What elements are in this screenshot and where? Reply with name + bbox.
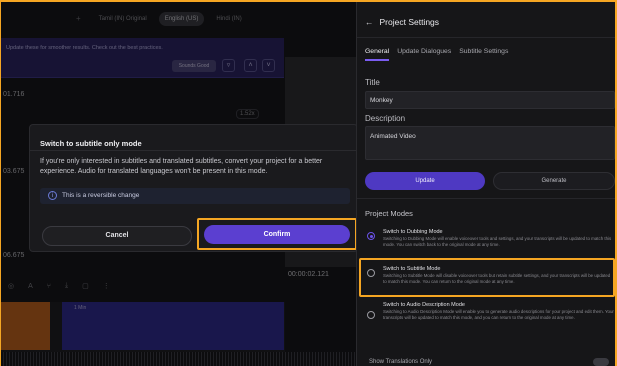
settings-tabs: General Update Dialogues Subtitle Settin… (365, 48, 508, 61)
back-arrow-icon[interactable]: ← (365, 17, 374, 27)
title-label: Title (365, 78, 380, 87)
radio-selected[interactable] (367, 232, 375, 240)
description-label: Description (365, 114, 406, 123)
generate-button[interactable]: Generate (493, 172, 615, 190)
title-input[interactable]: Monkey (365, 91, 615, 109)
divider (357, 37, 617, 38)
divider (357, 198, 617, 199)
panel-title: Project Settings (379, 17, 440, 27)
dialog-body: If you're only interested in subtitles a… (40, 158, 323, 175)
subtitle-mode-dialog: Switch to subtitle only mode If you're o… (29, 124, 358, 252)
project-settings-panel: ← Project Settings General Update Dialogu… (356, 0, 617, 366)
panel-header: ← Project Settings (365, 17, 439, 27)
info-icon: i (48, 191, 57, 200)
update-button[interactable]: Update (365, 172, 485, 190)
mode-title: Switch to Dubbing Mode (383, 229, 443, 235)
show-translations-label: Show Translations Only (369, 359, 433, 365)
project-modes-heading: Project Modes (365, 209, 413, 218)
mode-description: Switching to Audio Description Mode will… (383, 309, 614, 320)
tab-general[interactable]: General (365, 48, 390, 61)
reversible-notice: i This is a reversible change (40, 188, 350, 204)
notice-text: This is a reversible change (62, 192, 140, 199)
mode-title: Switch to Audio Description Mode (383, 302, 465, 308)
tab-update-dialogues[interactable]: Update Dialogues (397, 48, 451, 61)
divider (30, 150, 357, 151)
dialog-title: Switch to subtitle only mode (40, 139, 142, 148)
cancel-button[interactable]: Cancel (42, 226, 192, 246)
mode-description: Switching to Dubbing Mode will enable vo… (383, 236, 612, 247)
tab-subtitle-settings[interactable]: Subtitle Settings (459, 48, 508, 61)
confirm-highlight: Confirm (197, 218, 357, 250)
mode-description: Switching to Subtitle Mode will disable … (383, 273, 611, 284)
show-translations-toggle[interactable] (593, 358, 609, 366)
radio[interactable] (367, 311, 375, 319)
radio[interactable] (367, 269, 375, 277)
mode-title: Switch to Subtitle Mode (383, 266, 441, 272)
description-input[interactable]: Animated Video (365, 126, 615, 160)
confirm-button[interactable]: Confirm (204, 225, 350, 244)
